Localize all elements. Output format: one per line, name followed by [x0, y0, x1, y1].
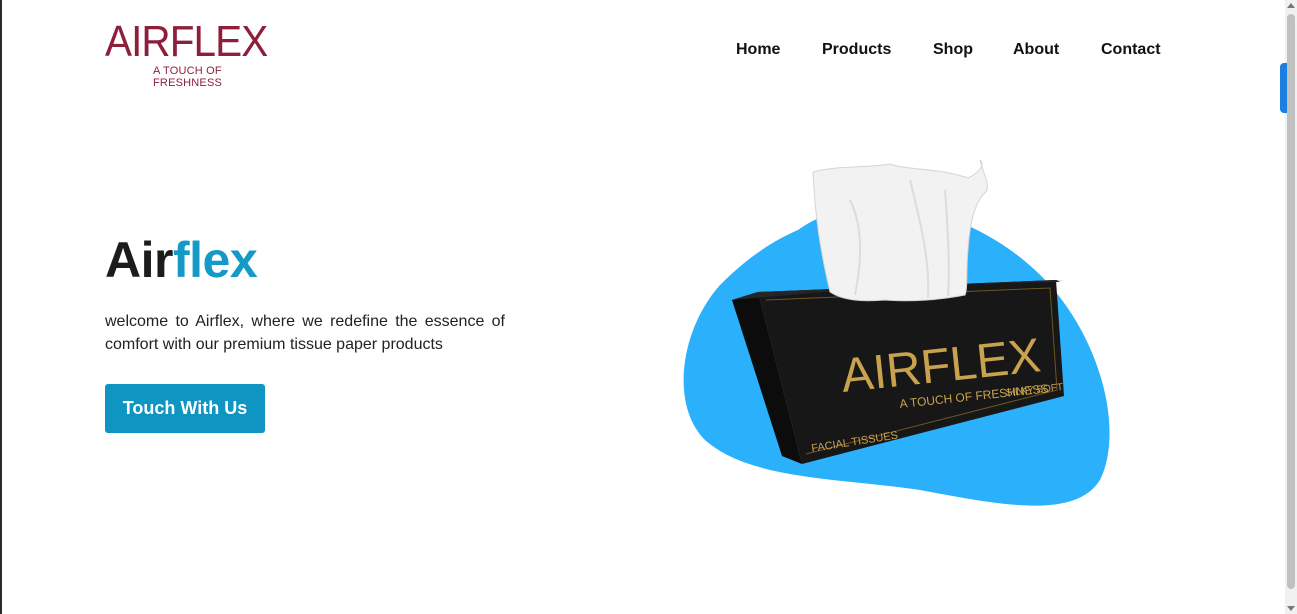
hero-title-part1: Air	[105, 232, 173, 288]
nav-products[interactable]: Products	[822, 40, 891, 60]
scroll-down-arrow-icon[interactable]	[1287, 606, 1295, 611]
hero-title-part2: flex	[172, 232, 258, 288]
scroll-up-arrow-icon[interactable]	[1287, 3, 1295, 8]
touch-with-us-button[interactable]: Touch With Us	[105, 384, 265, 433]
nav-home[interactable]: Home	[736, 40, 780, 60]
nav-shop[interactable]: Shop	[933, 40, 973, 60]
logo-tagline: A TOUCH OF FRESHNESS	[153, 65, 223, 89]
brand-logo[interactable]: AIRFLEX A TOUCH OF FRESHNESS	[105, 17, 290, 90]
logo-wordmark: AIRFLEX	[105, 17, 268, 66]
tissue-box-image: AIRFLEX A TOUCH OF FRESHNESS SILKY SOFT …	[683, 160, 1110, 506]
side-tab-handle[interactable]	[1280, 63, 1287, 113]
scroll-thumb[interactable]	[1287, 14, 1295, 589]
hero-description: welcome to Airflex, where we redefine th…	[105, 313, 505, 353]
tissue	[812, 160, 988, 302]
hero-title: Airflex	[105, 232, 258, 288]
nav-about[interactable]: About	[1013, 40, 1059, 60]
nav-contact[interactable]: Contact	[1101, 40, 1161, 60]
window-edge	[0, 0, 2, 614]
